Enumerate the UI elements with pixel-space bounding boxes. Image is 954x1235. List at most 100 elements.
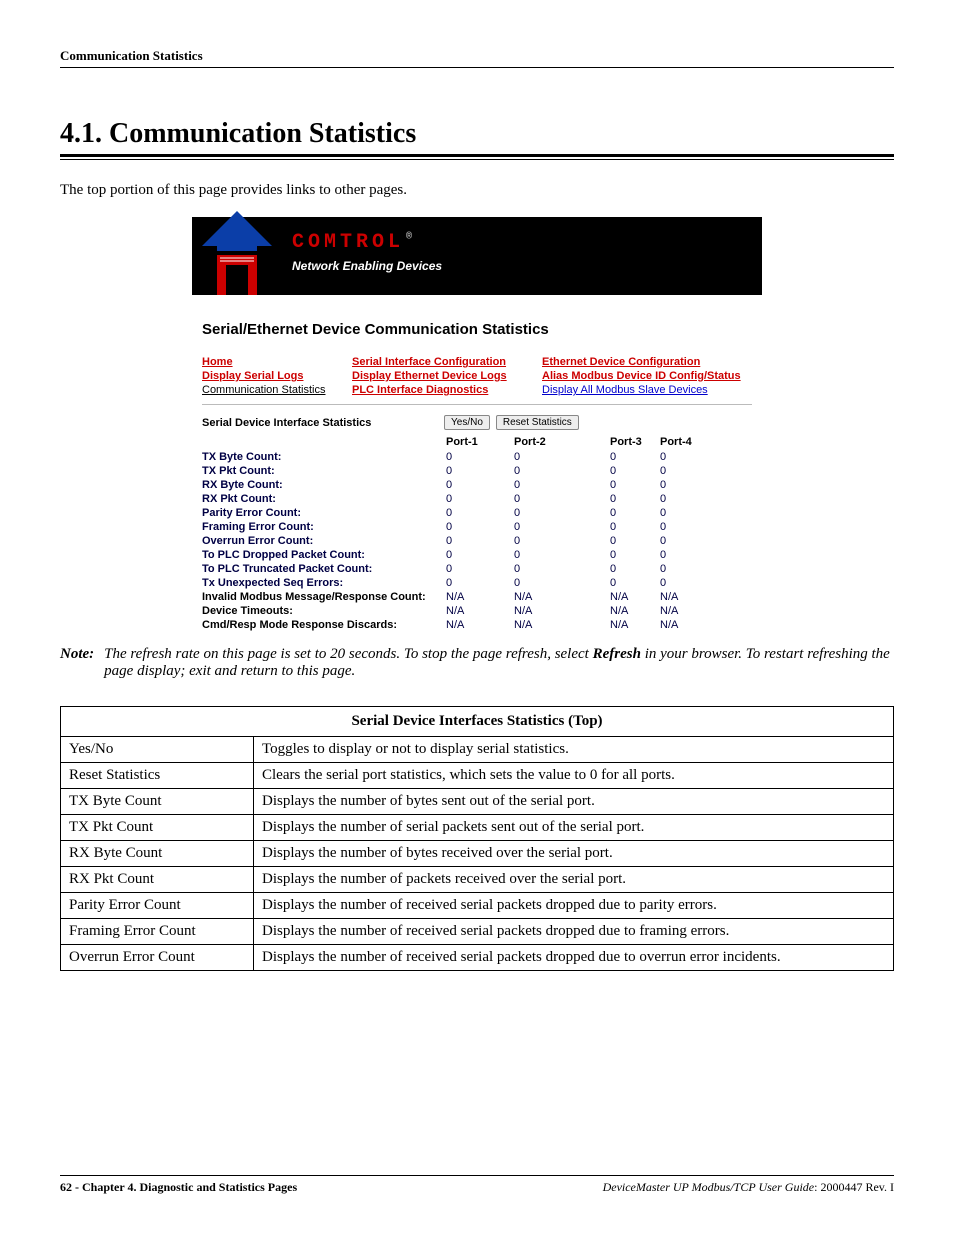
stat-value: 0: [610, 506, 660, 520]
table-row: RX Byte Count:0000: [202, 478, 728, 492]
stat-value: 0: [660, 576, 728, 590]
link-display-serial-logs[interactable]: Display Serial Logs: [202, 370, 352, 382]
table-row: RX Pkt Count:0000: [202, 492, 728, 506]
note-block: Note: The refresh rate on this page is s…: [60, 646, 894, 680]
stat-value: 0: [660, 534, 728, 548]
table-row: RX Pkt CountDisplays the number of packe…: [61, 867, 894, 893]
footer-left: 62 - Chapter 4. Diagnostic and Statistic…: [60, 1180, 297, 1195]
stat-value: 0: [514, 464, 610, 478]
page-footer: 62 - Chapter 4. Diagnostic and Statistic…: [60, 1175, 894, 1195]
stat-value: N/A: [610, 618, 660, 632]
stat-value: 0: [446, 576, 514, 590]
title-rule-thick: [60, 154, 894, 157]
link-alias-modbus-device-id[interactable]: Alias Modbus Device ID Config/Status: [542, 370, 752, 382]
stat-label: RX Byte Count:: [202, 478, 446, 492]
table-row: RX Byte CountDisplays the number of byte…: [61, 841, 894, 867]
definition-term: TX Pkt Count: [61, 815, 254, 841]
stat-value: 0: [514, 478, 610, 492]
stat-value: 0: [514, 506, 610, 520]
link-display-ethernet-device-logs[interactable]: Display Ethernet Device Logs: [352, 370, 542, 382]
intro-paragraph: The top portion of this page provides li…: [60, 182, 894, 199]
col-port-1: Port-1: [446, 434, 514, 450]
stat-value: 0: [660, 450, 728, 464]
stat-label: Parity Error Count:: [202, 506, 446, 520]
stat-label: TX Pkt Count:: [202, 464, 446, 478]
table-row: Framing Error CountDisplays the number o…: [61, 919, 894, 945]
reset-statistics-button[interactable]: Reset Statistics: [496, 415, 579, 430]
definition-term: Framing Error Count: [61, 919, 254, 945]
definitions-caption: Serial Device Interfaces Statistics (Top…: [61, 707, 894, 737]
link-plc-interface-diagnostics[interactable]: PLC Interface Diagnostics: [352, 384, 542, 396]
link-home[interactable]: Home: [202, 356, 352, 368]
stat-value: 0: [514, 576, 610, 590]
yes-no-button[interactable]: Yes/No: [444, 415, 490, 430]
link-serial-interface-config[interactable]: Serial Interface Configuration: [352, 356, 542, 368]
stat-value: 0: [610, 450, 660, 464]
stat-value: 0: [446, 548, 514, 562]
embedded-screenshot: COMTROL® Network Enabling Devices Serial…: [192, 217, 762, 632]
stat-value: 0: [514, 492, 610, 506]
definition-desc: Displays the number of bytes received ov…: [254, 841, 894, 867]
stat-value: 0: [446, 450, 514, 464]
stat-value: 0: [446, 534, 514, 548]
table-row: TX Byte CountDisplays the number of byte…: [61, 789, 894, 815]
stat-value: 0: [610, 492, 660, 506]
stat-value: 0: [610, 576, 660, 590]
definition-term: TX Byte Count: [61, 789, 254, 815]
table-row: Framing Error Count:0000: [202, 520, 728, 534]
table-row: To PLC Dropped Packet Count:0000: [202, 548, 728, 562]
table-row: TX Pkt Count:0000: [202, 464, 728, 478]
table-row: To PLC Truncated Packet Count:0000: [202, 562, 728, 576]
footer-right: DeviceMaster UP Modbus/TCP User Guide: 2…: [603, 1180, 894, 1195]
section-name: Communication Statistics: [109, 118, 416, 149]
stat-value: 0: [660, 492, 728, 506]
stat-value: 0: [446, 492, 514, 506]
stat-label: Cmd/Resp Mode Response Discards:: [202, 618, 446, 632]
definition-term: Parity Error Count: [61, 893, 254, 919]
note-label: Note:: [60, 646, 94, 680]
nav-divider: [202, 404, 752, 405]
stat-label: Framing Error Count:: [202, 520, 446, 534]
definition-desc: Displays the number of packets received …: [254, 867, 894, 893]
definition-desc: Toggles to display or not to display ser…: [254, 737, 894, 763]
col-port-2: Port-2: [514, 434, 610, 450]
stat-value: 0: [446, 464, 514, 478]
stat-label: RX Pkt Count:: [202, 492, 446, 506]
stat-value: 0: [610, 562, 660, 576]
stat-value: 0: [610, 520, 660, 534]
section-number: 4.1.: [60, 118, 102, 149]
stat-value: N/A: [446, 604, 514, 618]
definition-desc: Displays the number of received serial p…: [254, 919, 894, 945]
table-row: TX Byte Count:0000: [202, 450, 728, 464]
stat-value: 0: [514, 548, 610, 562]
table-row: Reset StatisticsClears the serial port s…: [61, 763, 894, 789]
stat-value: 0: [660, 478, 728, 492]
logo-arrow-icon: [202, 211, 272, 301]
table-row: Invalid Modbus Message/Response Count:N/…: [202, 590, 728, 604]
nav-current-communication-statistics: Communication Statistics: [202, 384, 352, 396]
banner: COMTROL® Network Enabling Devices: [192, 217, 762, 295]
link-display-all-modbus-slave-devices[interactable]: Display All Modbus Slave Devices: [542, 384, 752, 396]
stat-value: N/A: [514, 604, 610, 618]
stat-value: N/A: [446, 618, 514, 632]
brand-tagline: Network Enabling Devices: [292, 259, 442, 273]
stat-value: N/A: [514, 618, 610, 632]
col-port-3: Port-3: [610, 434, 660, 450]
stat-value: 0: [446, 520, 514, 534]
stat-value: 0: [514, 450, 610, 464]
stat-value: 0: [610, 464, 660, 478]
table-row: Device Timeouts:N/AN/AN/AN/A: [202, 604, 728, 618]
nav-links: Home Serial Interface Configuration Ethe…: [202, 356, 752, 396]
stat-value: 0: [514, 562, 610, 576]
stat-label: TX Byte Count:: [202, 450, 446, 464]
definition-desc: Clears the serial port statistics, which…: [254, 763, 894, 789]
link-ethernet-device-config[interactable]: Ethernet Device Configuration: [542, 356, 752, 368]
running-header: Communication Statistics: [60, 48, 894, 68]
title-rule-thin: [60, 159, 894, 160]
definition-desc: Displays the number of received serial p…: [254, 945, 894, 971]
stat-value: N/A: [514, 590, 610, 604]
stats-table: Port-1 Port-2 Port-3 Port-4 TX Byte Coun…: [202, 434, 728, 632]
screenshot-heading: Serial/Ethernet Device Communication Sta…: [202, 321, 752, 338]
stat-value: N/A: [610, 604, 660, 618]
definition-term: Overrun Error Count: [61, 945, 254, 971]
